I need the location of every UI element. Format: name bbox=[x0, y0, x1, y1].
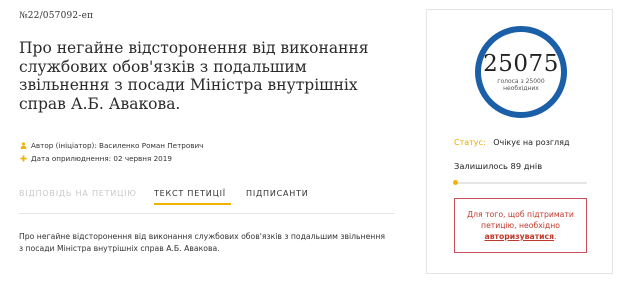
meta-author: Автор (ініціатор): Василенко Роман Петро… bbox=[19, 141, 203, 150]
petition-body-text: Про негайне відсторонення від виконання … bbox=[19, 232, 385, 253]
login-link[interactable]: авторизуватися bbox=[485, 232, 555, 241]
active-tab-indicator bbox=[154, 203, 231, 205]
petition-title: Про негайне відсторонення від виконання … bbox=[19, 39, 369, 113]
auth-line1: Для того, щоб підтримати bbox=[467, 210, 574, 219]
auth-suffix: . bbox=[554, 232, 557, 241]
author-text: Автор (ініціатор): Василенко Роман Петро… bbox=[31, 141, 204, 150]
days-remaining: Залишилось 89 днів bbox=[454, 161, 543, 171]
tab-response[interactable]: ВІДПОВІДЬ НА ПЕТИЦІЮ bbox=[19, 189, 137, 198]
vote-caption-line1: голоса з 25000 bbox=[497, 78, 545, 85]
tabs-divider bbox=[19, 213, 395, 214]
status-label: Статус: bbox=[454, 138, 486, 147]
time-progress-bar bbox=[453, 180, 587, 185]
signature-panel: 25075 голоса з 25000 необхідних Статус: … bbox=[426, 9, 613, 274]
meta-date: Дата оприлюднення: 02 червня 2019 bbox=[19, 154, 172, 163]
vote-caption: голоса з 25000 необхідних bbox=[497, 78, 544, 92]
tab-petition-text[interactable]: ТЕКСТ ПЕТИЦІЇ bbox=[154, 189, 226, 198]
date-text: Дата оприлюднення: 02 червня 2019 bbox=[31, 154, 172, 163]
person-icon bbox=[19, 142, 27, 150]
status-value: Очікує на розгляд bbox=[493, 138, 570, 147]
petition-number: №22/057092-еп bbox=[19, 11, 94, 21]
status-row: Статус: Очікує на розгляд bbox=[454, 138, 570, 147]
vote-count: 25075 bbox=[483, 51, 559, 77]
auth-line3: авторизуватися. bbox=[485, 231, 557, 242]
auth-notice: Для того, щоб підтримати петицію, необхі… bbox=[454, 198, 587, 253]
vote-caption-line2: необхідних bbox=[503, 85, 539, 92]
auth-line2: петицію, необхідно bbox=[481, 221, 560, 230]
vote-counter: 25075 голоса з 25000 необхідних bbox=[475, 26, 567, 118]
progress-dot bbox=[453, 180, 458, 185]
tab-signers[interactable]: ПІДПИСАНТИ bbox=[246, 189, 309, 198]
plus-icon bbox=[19, 155, 27, 163]
